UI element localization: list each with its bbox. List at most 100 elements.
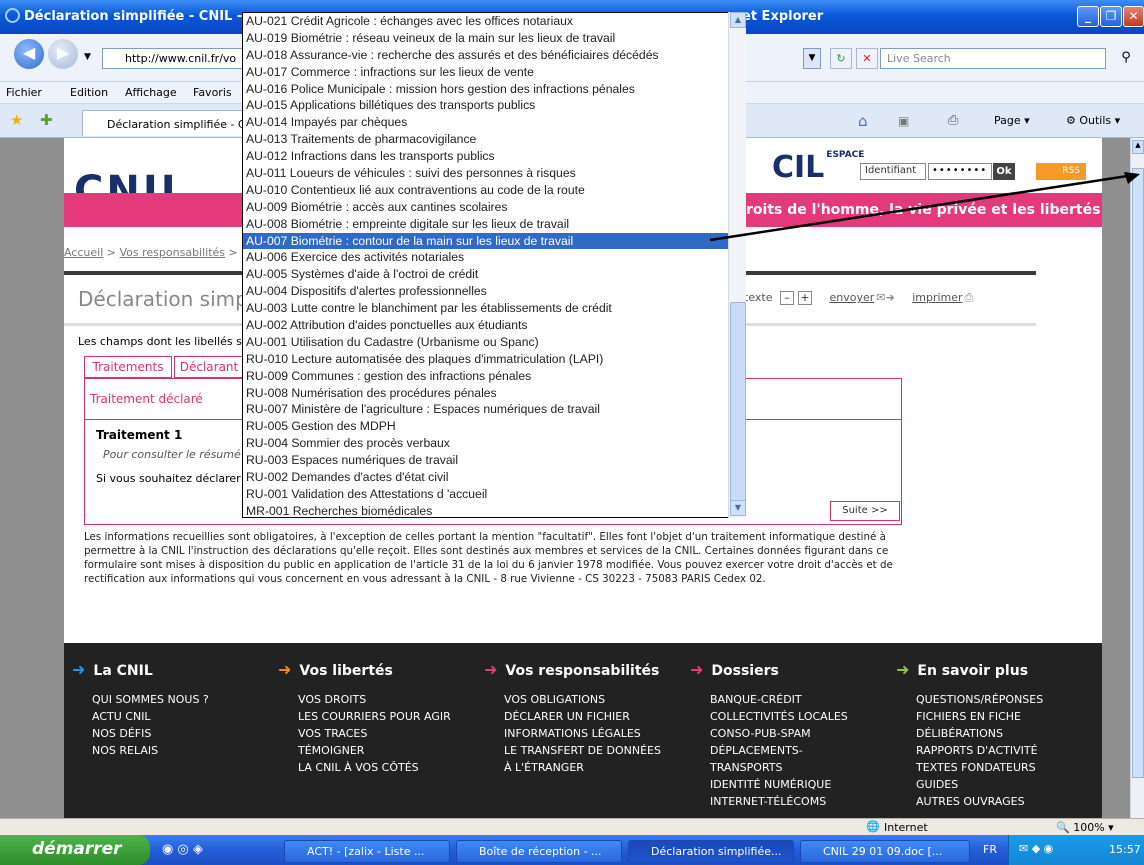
- dropdown-option[interactable]: RU-010 Lecture automatisée des plaques d…: [243, 351, 745, 368]
- scroll-thumb[interactable]: [1132, 168, 1144, 778]
- dropdown-option[interactable]: AU-007 Biométrie : contour de la main su…: [243, 232, 745, 250]
- footer-link[interactable]: NOS RELAIS: [92, 742, 209, 759]
- quicklaunch-icons[interactable]: ◉ ◎ ◈: [162, 842, 203, 857]
- footer-link[interactable]: IDENTITÉ NUMÉRIQUE: [710, 776, 848, 793]
- print-icon[interactable]: ⎙: [948, 113, 958, 128]
- footer-link[interactable]: VOS TRACES: [298, 725, 451, 742]
- dropdown-option[interactable]: AU-005 Systèmes d'aide à l'octroi de cré…: [243, 266, 745, 283]
- zoom-level[interactable]: 🔍 100% ▾: [1056, 821, 1114, 834]
- minimize-button[interactable]: _: [1077, 6, 1099, 27]
- dropdown-option[interactable]: AU-003 Lutte contre le blanchiment par l…: [243, 300, 745, 317]
- forward-button[interactable]: ▶: [48, 39, 78, 69]
- dropdown-scroll-up[interactable]: ▲: [730, 12, 746, 28]
- footer-link[interactable]: TEXTES FONDATEURS: [916, 759, 1043, 776]
- maximize-button[interactable]: ❐: [1100, 6, 1122, 27]
- tab-declarant[interactable]: Déclarant: [174, 356, 244, 378]
- footer-link[interactable]: RAPPORTS D'ACTIVITÉ: [916, 742, 1043, 759]
- footer-link[interactable]: VOS OBLIGATIONS: [504, 691, 661, 708]
- task-act[interactable]: ACT! - [zalix - Liste ...: [284, 840, 450, 863]
- footer-link[interactable]: CONSO-PUB-SPAM: [710, 725, 848, 742]
- tab-current[interactable]: Déclaration simplifiée - CN: [82, 110, 244, 136]
- page-menu[interactable]: Page ▾: [994, 114, 1030, 127]
- address-dropdown-button[interactable]: ▼: [803, 48, 821, 69]
- footer-link[interactable]: DÉLIBÉRATIONS: [916, 725, 1043, 742]
- tab-traitements[interactable]: Traitements: [84, 356, 172, 378]
- refresh-icon[interactable]: ↻: [830, 48, 852, 69]
- close-button[interactable]: ✕: [1123, 6, 1144, 27]
- dropdown-option[interactable]: AU-004 Dispositifs d'alertes professionn…: [243, 283, 745, 300]
- dropdown-option[interactable]: RU-009 Communes : gestion des infraction…: [243, 368, 745, 385]
- footer-link[interactable]: FICHIERS EN FICHE: [916, 708, 1043, 725]
- footer-link[interactable]: QUESTIONS/RÉPONSES: [916, 691, 1043, 708]
- footer-link[interactable]: TRANSPORTS: [710, 759, 848, 776]
- dropdown-option[interactable]: RU-001 Validation des Attestations d 'ac…: [243, 486, 745, 503]
- feeds-icon[interactable]: ▣: [898, 114, 909, 128]
- footer-link[interactable]: LE TRANSFERT DE DONNÉES: [504, 742, 661, 759]
- footer-link[interactable]: GUIDES: [916, 776, 1043, 793]
- menu-fichier[interactable]: Fichier: [6, 86, 42, 99]
- stop-icon[interactable]: ✕: [856, 48, 878, 69]
- footer-link[interactable]: ACTU CNIL: [92, 708, 209, 725]
- dropdown-option[interactable]: AU-019 Biométrie : réseau veineux de la …: [243, 30, 745, 47]
- footer-link[interactable]: NOS DÉFIS: [92, 725, 209, 742]
- search-input[interactable]: Live Search: [880, 48, 1106, 69]
- scroll-up-button[interactable]: ▲: [1132, 140, 1144, 154]
- dropdown-option[interactable]: MR-001 Recherches biomédicales: [243, 503, 745, 517]
- dropdown-option[interactable]: RU-002 Demandes d'actes d'état civil: [243, 469, 745, 486]
- footer-link[interactable]: BANQUE-CRÉDIT: [710, 691, 848, 708]
- task-word[interactable]: CNIL 29 01 09.doc [...: [800, 840, 970, 863]
- dropdown-scrollbar[interactable]: ▲ ▼: [728, 12, 746, 518]
- breadcrumb-home[interactable]: Accueil: [64, 246, 103, 259]
- dropdown-option[interactable]: AU-008 Biométrie : empreinte digitale su…: [243, 216, 745, 233]
- breadcrumb-responsabilites[interactable]: Vos responsabilités: [120, 246, 226, 259]
- dropdown-option[interactable]: AU-010 Contentieux lié aux contravention…: [243, 182, 745, 199]
- dropdown-option[interactable]: RU-003 Espaces numériques de travail: [243, 452, 745, 469]
- menu-favoris[interactable]: Favoris: [193, 86, 232, 99]
- dropdown-option[interactable]: RU-005 Gestion des MDPH: [243, 418, 745, 435]
- back-button[interactable]: ◀: [14, 39, 44, 69]
- dropdown-option[interactable]: RU-008 Numérisation des procédures pénal…: [243, 385, 745, 402]
- print-link[interactable]: imprimer: [912, 291, 962, 304]
- footer-link[interactable]: TÉMOIGNER: [298, 742, 451, 759]
- favorites-star-icon[interactable]: ★: [10, 111, 23, 129]
- dropdown-option[interactable]: AU-016 Police Municipale : mission hors …: [243, 81, 745, 98]
- dropdown-option[interactable]: AU-015 Applications billétiques des tran…: [243, 97, 745, 114]
- footer-link[interactable]: COLLECTIVITÉS LOCALES: [710, 708, 848, 725]
- dropdown-option[interactable]: AU-018 Assurance-vie : recherche des ass…: [243, 47, 745, 64]
- footer-link[interactable]: INTERNET-TÉLÉCOMS: [710, 793, 848, 810]
- dropdown-option[interactable]: AU-014 Impayés par chèques: [243, 114, 745, 131]
- dropdown-option[interactable]: RU-007 Ministère de l'agriculture : Espa…: [243, 401, 745, 418]
- send-link[interactable]: envoyer: [829, 291, 874, 304]
- menu-edition[interactable]: Edition: [70, 86, 108, 99]
- footer-link[interactable]: DÉPLACEMENTS-: [710, 742, 848, 759]
- dropdown-option[interactable]: RU-004 Sommier des procès verbaux: [243, 435, 745, 452]
- footer-link[interactable]: VOS DROITS: [298, 691, 451, 708]
- footer-link[interactable]: QUI SOMMES NOUS ?: [92, 691, 209, 708]
- declaration-type-dropdown[interactable]: AU-021 Crédit Agricole : échanges avec l…: [242, 12, 746, 518]
- dropdown-option[interactable]: AU-017 Commerce : infractions sur les li…: [243, 64, 745, 81]
- add-favorite-icon[interactable]: ✚: [40, 111, 53, 129]
- footer-link[interactable]: AUTRES OUVRAGES: [916, 793, 1043, 810]
- start-button[interactable]: démarrer: [0, 835, 150, 865]
- tools-menu[interactable]: ⚙ Outils ▾: [1066, 114, 1120, 127]
- dropdown-scroll-thumb[interactable]: [730, 302, 746, 502]
- dropdown-option[interactable]: AU-011 Loueurs de véhicules : suivi des …: [243, 165, 745, 182]
- dropdown-option[interactable]: AU-001 Utilisation du Cadastre (Urbanism…: [243, 334, 745, 351]
- task-ie[interactable]: Déclaration simplifiée...: [628, 840, 794, 863]
- tray-icons[interactable]: ✉ ◆ ◉: [1019, 842, 1053, 855]
- footer-link[interactable]: LES COURRIERS POUR AGIR: [298, 708, 451, 725]
- dropdown-option[interactable]: AU-012 Infractions dans les transports p…: [243, 148, 745, 165]
- dropdown-option[interactable]: AU-021 Crédit Agricole : échanges avec l…: [243, 13, 745, 30]
- history-dropdown-icon[interactable]: ▼: [84, 52, 91, 62]
- dropdown-option[interactable]: AU-002 Attribution d'aides ponctuelles a…: [243, 317, 745, 334]
- suite-button[interactable]: Suite >>: [830, 501, 900, 521]
- dropdown-option[interactable]: AU-013 Traitements de pharmacovigilance: [243, 131, 745, 148]
- text-decrease-button[interactable]: –: [779, 291, 794, 305]
- address-input[interactable]: http://www.cnil.fr/vo: [102, 48, 244, 69]
- footer-link[interactable]: À L'ÉTRANGER: [504, 759, 661, 776]
- dropdown-option[interactable]: AU-009 Biométrie : accès aux cantines sc…: [243, 199, 745, 216]
- search-icon[interactable]: ⚲: [1112, 48, 1140, 69]
- text-increase-button[interactable]: +: [797, 291, 812, 305]
- dropdown-scroll-down[interactable]: ▼: [730, 500, 746, 516]
- language-indicator[interactable]: FR: [983, 843, 997, 856]
